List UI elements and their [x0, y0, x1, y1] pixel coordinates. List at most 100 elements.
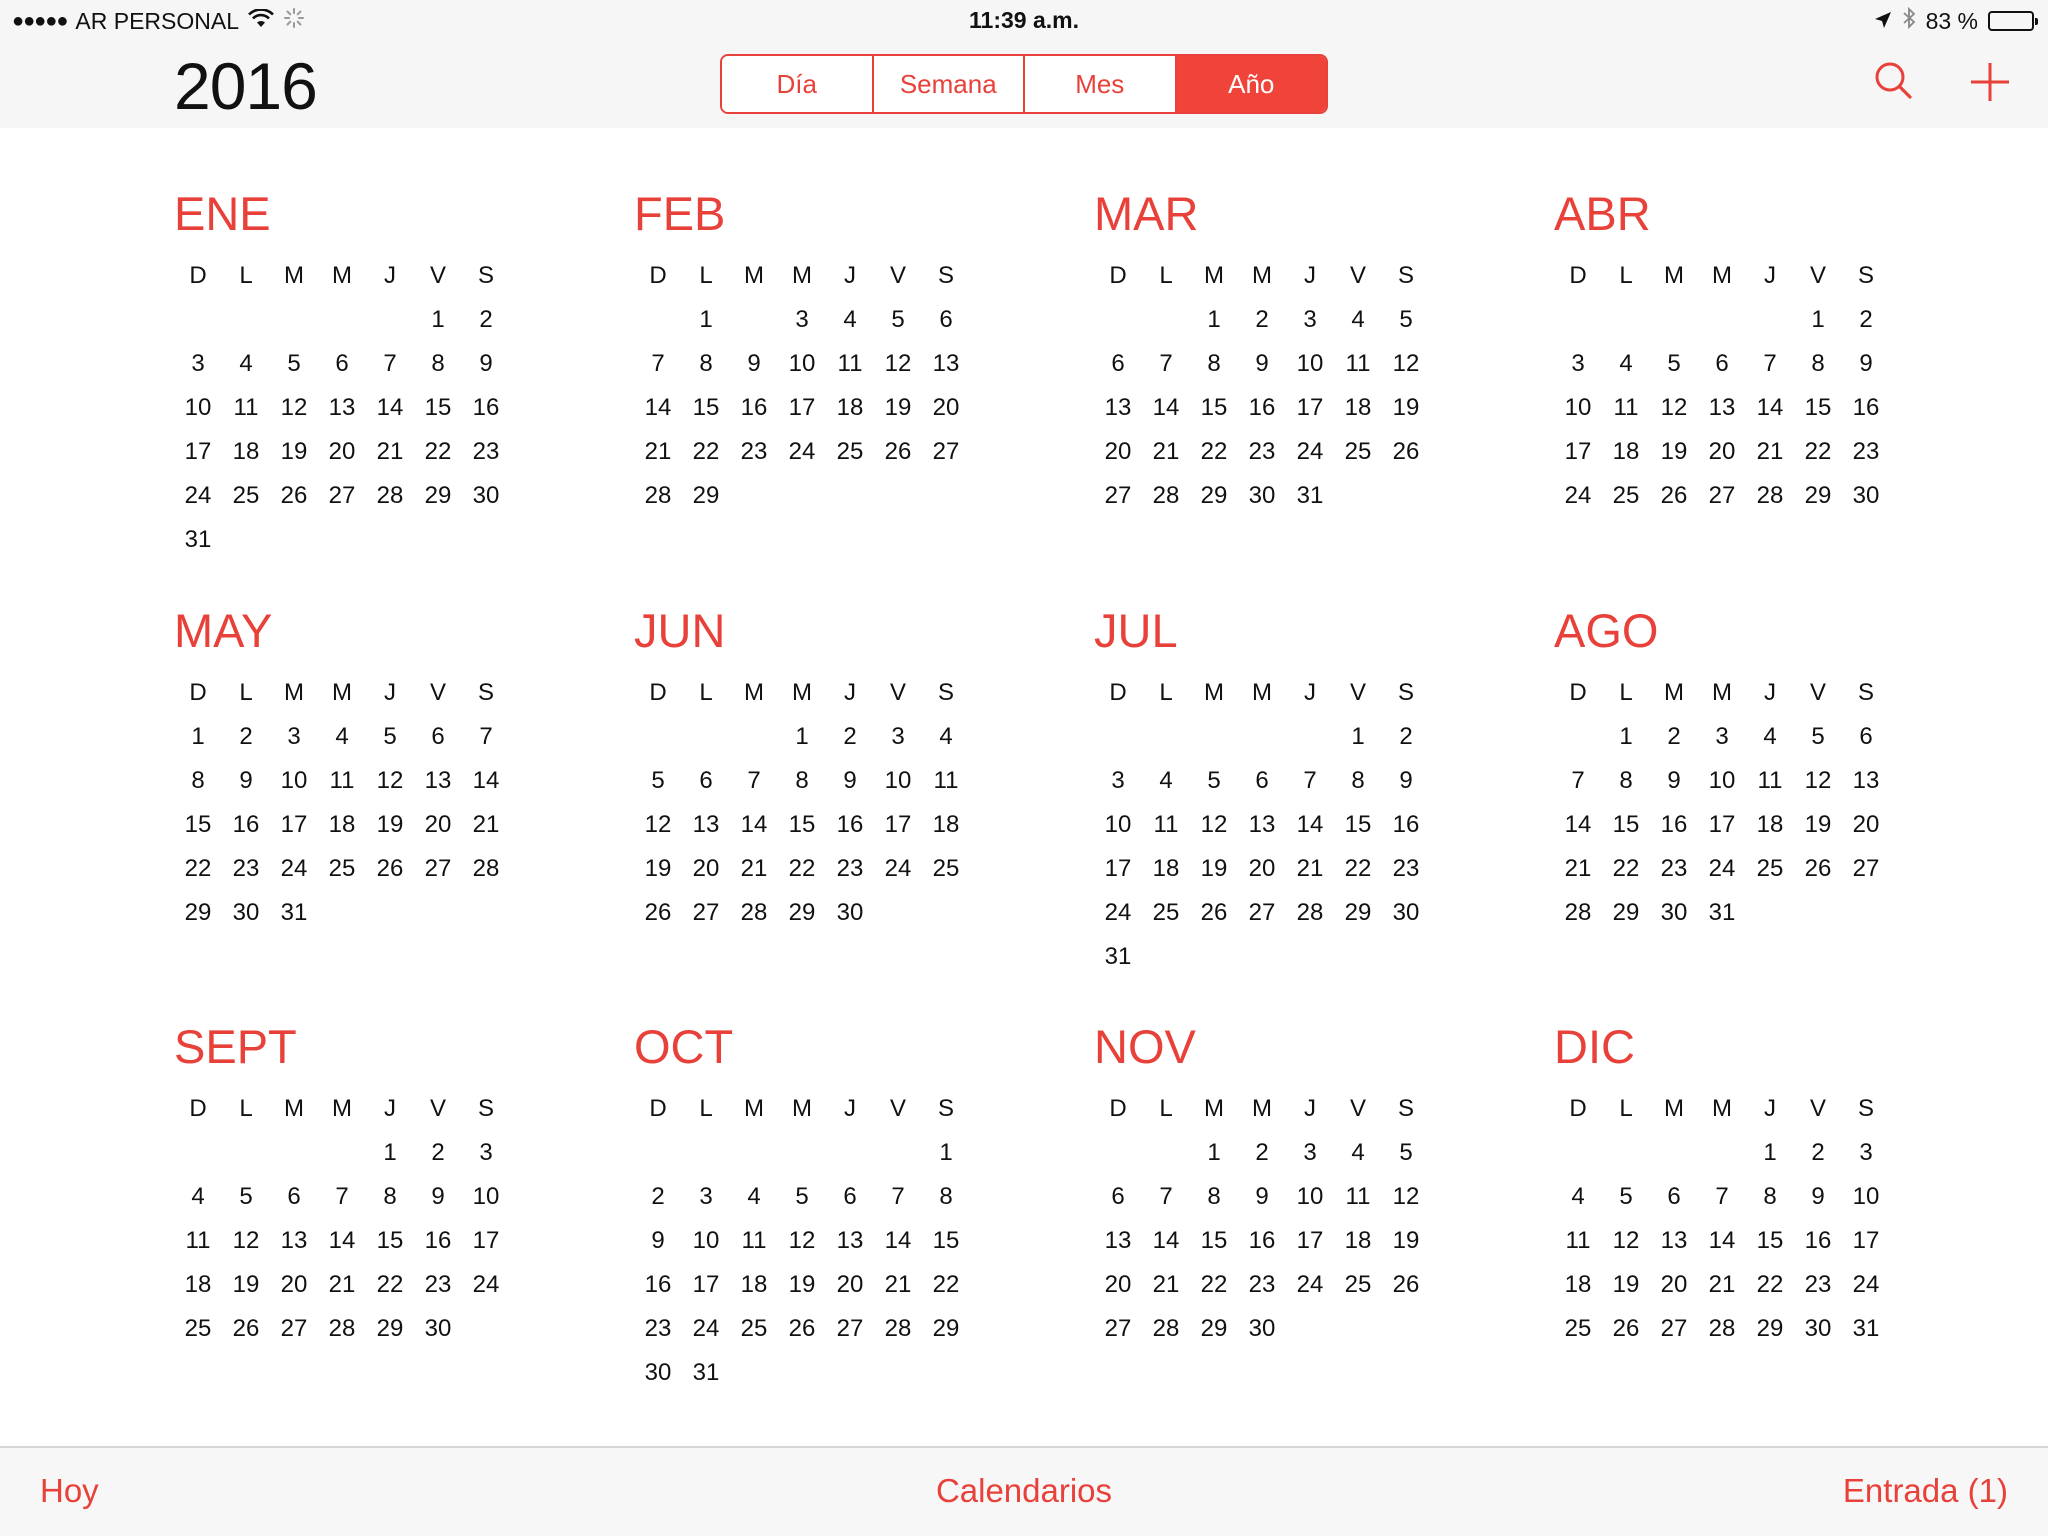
day-cell[interactable]: 1	[1190, 298, 1238, 342]
day-cell[interactable]: 18	[1142, 847, 1190, 891]
day-cell[interactable]: 3	[1286, 1131, 1334, 1175]
day-cell[interactable]: 18	[222, 430, 270, 474]
day-cell[interactable]: 24	[1286, 1263, 1334, 1307]
day-cell[interactable]: 16	[414, 1219, 462, 1263]
day-cell[interactable]: 9	[1794, 1175, 1842, 1219]
day-cell[interactable]: 14	[318, 1219, 366, 1263]
day-cell[interactable]: 25	[1142, 891, 1190, 935]
day-cell[interactable]: 17	[1094, 847, 1142, 891]
day-cell[interactable]: 31	[1698, 891, 1746, 935]
segment-día[interactable]: Día	[722, 56, 874, 112]
day-cell[interactable]: 4	[1554, 1175, 1602, 1219]
day-cell[interactable]: 30	[222, 891, 270, 935]
day-cell[interactable]: 1	[414, 298, 462, 342]
day-cell[interactable]: 6	[1094, 342, 1142, 386]
day-cell[interactable]: 3	[778, 298, 826, 342]
day-cell[interactable]: 6	[1094, 1175, 1142, 1219]
day-cell[interactable]: 17	[1286, 386, 1334, 430]
day-cell[interactable]: 18	[826, 386, 874, 430]
day-cell[interactable]: 11	[1602, 386, 1650, 430]
day-cell[interactable]: 15	[414, 386, 462, 430]
day-cell[interactable]: 11	[730, 1219, 778, 1263]
day-cell[interactable]: 4	[222, 342, 270, 386]
day-cell[interactable]: 23	[634, 1307, 682, 1351]
day-cell[interactable]: 5	[1794, 715, 1842, 759]
day-cell[interactable]: 24	[174, 474, 222, 518]
day-cell[interactable]: 18	[1746, 803, 1794, 847]
day-cell[interactable]: 8	[1794, 342, 1842, 386]
day-cell[interactable]: 4	[1142, 759, 1190, 803]
month-nov[interactable]: NOV D L M M J V S 1 2 3 4 5 6 7 8 9 10 11 12 13 14 15 16 17 18 19 2…	[1094, 1017, 1454, 1351]
day-cell[interactable]: 13	[1698, 386, 1746, 430]
day-cell[interactable]: 26	[1382, 430, 1430, 474]
day-cell[interactable]: 18	[1334, 386, 1382, 430]
day-cell[interactable]: 20	[922, 386, 970, 430]
day-cell[interactable]: 7	[318, 1175, 366, 1219]
day-cell[interactable]: 16	[1238, 1219, 1286, 1263]
day-cell[interactable]: 13	[1238, 803, 1286, 847]
day-cell[interactable]: 8	[922, 1175, 970, 1219]
day-cell[interactable]: 21	[462, 803, 510, 847]
day-cell[interactable]: 5	[634, 759, 682, 803]
day-cell[interactable]: 6	[826, 1175, 874, 1219]
segment-año[interactable]: Año	[1176, 56, 1326, 112]
day-cell[interactable]: 5	[222, 1175, 270, 1219]
month-sept[interactable]: SEPT D L M M J V S 1 2 3 4 5 6 7 8 9 10 11 12 13 14 15 16 17 18 19…	[174, 1017, 534, 1351]
day-cell[interactable]: 31	[174, 518, 222, 562]
day-cell[interactable]: 5	[366, 715, 414, 759]
day-cell[interactable]: 7	[1746, 342, 1794, 386]
day-cell[interactable]: 22	[366, 1263, 414, 1307]
segment-mes[interactable]: Mes	[1025, 56, 1177, 112]
day-cell[interactable]: 28	[1746, 474, 1794, 518]
day-cell[interactable]: 21	[1746, 430, 1794, 474]
day-cell[interactable]: 22	[682, 430, 730, 474]
day-cell[interactable]: 25	[222, 474, 270, 518]
day-cell[interactable]: 31	[270, 891, 318, 935]
day-cell[interactable]: 11	[222, 386, 270, 430]
day-cell[interactable]: 2	[1794, 1131, 1842, 1175]
day-cell[interactable]: 5	[270, 342, 318, 386]
day-cell[interactable]: 20	[1238, 847, 1286, 891]
day-cell[interactable]: 7	[1142, 1175, 1190, 1219]
day-cell[interactable]: 11	[826, 342, 874, 386]
day-cell[interactable]: 30	[1238, 474, 1286, 518]
day-cell[interactable]: 3	[1554, 342, 1602, 386]
day-cell[interactable]: 7	[366, 342, 414, 386]
day-cell[interactable]: 29	[366, 1307, 414, 1351]
day-cell[interactable]: 17	[462, 1219, 510, 1263]
day-cell[interactable]: 13	[1094, 1219, 1142, 1263]
day-cell[interactable]: 4	[826, 298, 874, 342]
day-cell[interactable]: 13	[1094, 386, 1142, 430]
day-cell[interactable]: 3	[874, 715, 922, 759]
month-abr[interactable]: ABR D L M M J V S 1 2 3 4 5 6 7 8 9 10 11 12 13 14 15 16 17 18 19 2…	[1554, 184, 1914, 518]
day-cell[interactable]: 20	[1842, 803, 1890, 847]
search-button[interactable]	[1868, 56, 1920, 108]
day-cell[interactable]: 7	[462, 715, 510, 759]
day-cell[interactable]: 7	[1142, 342, 1190, 386]
day-cell[interactable]: 26	[778, 1307, 826, 1351]
day-cell[interactable]: 15	[778, 803, 826, 847]
day-cell[interactable]: 25	[922, 847, 970, 891]
day-cell[interactable]: 20	[682, 847, 730, 891]
day-cell[interactable]: 2	[826, 715, 874, 759]
day-cell[interactable]: 26	[874, 430, 922, 474]
day-cell[interactable]: 29	[1746, 1307, 1794, 1351]
day-cell[interactable]: 23	[1794, 1263, 1842, 1307]
day-cell[interactable]: 25	[730, 1307, 778, 1351]
day-cell[interactable]: 7	[1698, 1175, 1746, 1219]
day-cell[interactable]: 30	[1842, 474, 1890, 518]
day-cell[interactable]: 23	[730, 430, 778, 474]
day-cell[interactable]: 7	[1286, 759, 1334, 803]
day-cell[interactable]: 22	[778, 847, 826, 891]
month-jul[interactable]: JUL D L M M J V S 1 2 3 4 5 6 7 8 9 10 11 12 13 14 15 16 17 18 19 2…	[1094, 601, 1454, 979]
day-cell[interactable]: 3	[1286, 298, 1334, 342]
day-cell[interactable]: 21	[1698, 1263, 1746, 1307]
day-cell[interactable]: 26	[1794, 847, 1842, 891]
day-cell[interactable]: 18	[1554, 1263, 1602, 1307]
day-cell[interactable]: 8	[1190, 1175, 1238, 1219]
day-cell[interactable]: 26	[1190, 891, 1238, 935]
day-cell[interactable]: 10	[778, 342, 826, 386]
day-cell[interactable]: 27	[826, 1307, 874, 1351]
day-cell[interactable]: 8	[414, 342, 462, 386]
day-cell[interactable]: 27	[1238, 891, 1286, 935]
